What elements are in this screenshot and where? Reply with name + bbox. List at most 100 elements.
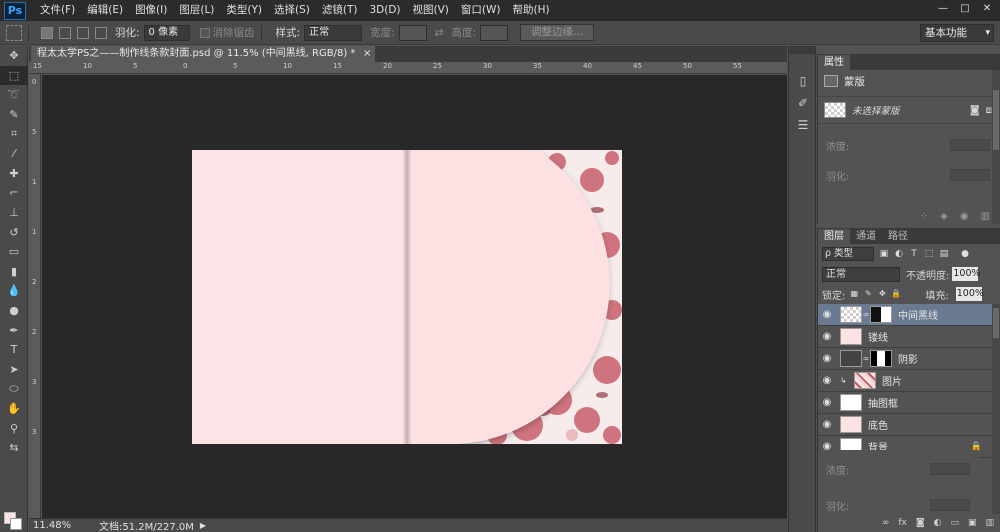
status-menu-arrow-icon[interactable]: ▶ [200, 521, 206, 530]
feather-prop-input[interactable] [950, 169, 990, 181]
layer-mask-thumbnail[interactable] [870, 306, 892, 323]
menu-window[interactable]: 窗口(W) [455, 0, 507, 21]
tab-channels[interactable]: 通道 [850, 229, 882, 244]
close-window-button[interactable]: ✕ [978, 2, 996, 16]
properties-scrollbar[interactable] [992, 70, 1000, 224]
fill-input[interactable]: 100% [955, 287, 984, 301]
refine-edge-button[interactable]: 调整边缘... [520, 24, 595, 41]
add-selection-icon[interactable] [59, 26, 71, 39]
eye-icon[interactable]: ◉ [818, 331, 836, 342]
style-select[interactable]: 正常 [304, 24, 363, 41]
swap-icon[interactable]: ⇄ [435, 27, 444, 39]
eye-icon[interactable]: ◉ [818, 397, 836, 408]
layer-row[interactable]: ◉ 镂线 [818, 326, 1000, 348]
apply-mask-icon[interactable]: ◈ [940, 211, 948, 222]
new-group-icon[interactable]: ▭ [950, 518, 959, 528]
scroll-thumb[interactable] [993, 90, 999, 150]
visibility-toggle-icon[interactable]: ◉ [960, 211, 969, 222]
layer-mask-thumbnail[interactable] [870, 350, 892, 367]
zoom-level[interactable]: 11.48% [33, 520, 71, 531]
layer-row[interactable]: ◉ ∞ 阴影 [818, 348, 1000, 370]
quick-select-tool-icon[interactable]: ✎ [0, 105, 28, 125]
subtract-selection-icon[interactable] [77, 26, 89, 39]
layer-row[interactable]: ◉ ∞ 中间黑线 [818, 304, 1000, 326]
gradient-tool-icon[interactable]: ▮ [0, 262, 28, 282]
maximize-button[interactable]: □ [956, 2, 974, 16]
adjustments-panel-icon[interactable]: ☰ [789, 114, 817, 136]
link-icon[interactable]: ∞ [862, 310, 870, 319]
dodge-tool-icon[interactable]: ● [0, 301, 28, 321]
new-adjustment-icon[interactable]: ◐ [934, 518, 942, 528]
menu-image[interactable]: 图像(I) [129, 0, 173, 21]
new-selection-icon[interactable] [41, 26, 53, 39]
menu-edit[interactable]: 编辑(E) [81, 0, 129, 21]
menu-view[interactable]: 视图(V) [407, 0, 455, 21]
menu-select[interactable]: 选择(S) [268, 0, 316, 21]
layer-style-icon[interactable]: fx [898, 518, 907, 528]
lock-all-icon[interactable]: 🔒 [891, 289, 901, 299]
layer-kind-select[interactable]: ρ 类型 [822, 247, 874, 261]
height-input[interactable] [480, 24, 508, 41]
background-color-swatch[interactable] [10, 518, 22, 530]
marquee-tool-icon[interactable]: ⬚ [0, 65, 28, 86]
load-selection-icon[interactable]: ⁘ [920, 211, 928, 222]
crop-tool-icon[interactable]: ⌗ [0, 124, 28, 144]
delete-layer-icon[interactable]: ▥ [985, 518, 994, 528]
add-mask-icon[interactable]: ◙ [916, 518, 925, 528]
close-tab-icon[interactable]: × [363, 46, 371, 62]
link-layers-icon[interactable]: ∞ [882, 518, 890, 528]
shape-filter-icon[interactable]: ⬚ [924, 249, 934, 259]
menu-file[interactable]: 文件(F) [34, 0, 81, 21]
menu-3d[interactable]: 3D(D) [363, 0, 406, 21]
healing-tool-icon[interactable]: ✚ [0, 164, 28, 184]
smart-object-filter-icon[interactable]: ▤ [939, 249, 949, 259]
intersect-selection-icon[interactable] [95, 26, 107, 39]
eyedropper-tool-icon[interactable]: ⁄ [0, 144, 28, 164]
delete-mask-icon[interactable]: ▥ [981, 211, 990, 222]
lasso-tool-icon[interactable]: ➰ [0, 85, 28, 105]
eye-icon[interactable]: ◉ [818, 309, 836, 320]
tab-properties[interactable]: 属性 [818, 55, 850, 70]
type-tool-icon[interactable]: T [0, 340, 28, 360]
blend-mode-select[interactable]: 正常 [822, 266, 900, 282]
swap-colors-icon[interactable]: ⇆ [0, 438, 28, 458]
opacity-input[interactable]: 100% [952, 267, 981, 281]
scroll-thumb[interactable] [993, 308, 999, 338]
eraser-tool-icon[interactable]: ▭ [0, 242, 28, 262]
shape-tool-icon[interactable]: ⬭ [0, 379, 28, 399]
hand-tool-icon[interactable]: ✋ [0, 399, 28, 419]
document-canvas[interactable] [192, 150, 622, 444]
menu-filter[interactable]: 滤镜(T) [316, 0, 364, 21]
width-input[interactable] [398, 24, 427, 41]
layer-row[interactable]: ◉ 底色 [818, 414, 1000, 436]
pixel-filter-icon[interactable]: ▣ [879, 249, 889, 259]
eye-icon[interactable]: ◉ [818, 419, 836, 430]
new-layer-icon[interactable]: ▣ [968, 518, 977, 528]
minimize-button[interactable]: — [934, 2, 952, 16]
marquee-preset-icon[interactable] [6, 24, 22, 41]
overlay-feather-input[interactable] [930, 499, 970, 511]
workspace-select[interactable]: 基本功能 [920, 24, 994, 42]
filter-toggle-icon[interactable]: ● [960, 249, 970, 259]
feather-input[interactable]: 0 像素 [143, 24, 190, 41]
antialias-checkbox[interactable] [199, 27, 210, 38]
menu-type[interactable]: 类型(Y) [220, 0, 268, 21]
blur-tool-icon[interactable]: 💧 [0, 281, 28, 301]
layers-scrollbar[interactable] [992, 304, 1000, 514]
density-input[interactable] [950, 139, 990, 151]
adjustment-filter-icon[interactable]: ◐ [894, 249, 904, 259]
document-tab[interactable]: 程太太学PS之——制作线条款封面.psd @ 11.5% (中间黑线, RGB/… [31, 46, 376, 62]
pixel-mask-icon[interactable]: ◙ [970, 105, 980, 116]
layer-row[interactable]: ◉ 抽图框 [818, 392, 1000, 414]
canvas-area[interactable] [42, 75, 787, 518]
history-brush-tool-icon[interactable]: ↺ [0, 222, 28, 242]
brush-presets-panel-icon[interactable]: ✐ [789, 92, 817, 114]
move-tool-icon[interactable]: ✥ [0, 46, 28, 66]
history-panel-icon[interactable]: ▯ [789, 70, 817, 92]
menu-help[interactable]: 帮助(H) [507, 0, 556, 21]
brush-tool-icon[interactable]: ⌐ [0, 183, 28, 203]
stamp-tool-icon[interactable]: ⊥ [0, 203, 28, 223]
tab-paths[interactable]: 路径 [882, 229, 914, 244]
menu-layer[interactable]: 图层(L) [173, 0, 220, 21]
overlay-density-input[interactable] [930, 463, 970, 475]
